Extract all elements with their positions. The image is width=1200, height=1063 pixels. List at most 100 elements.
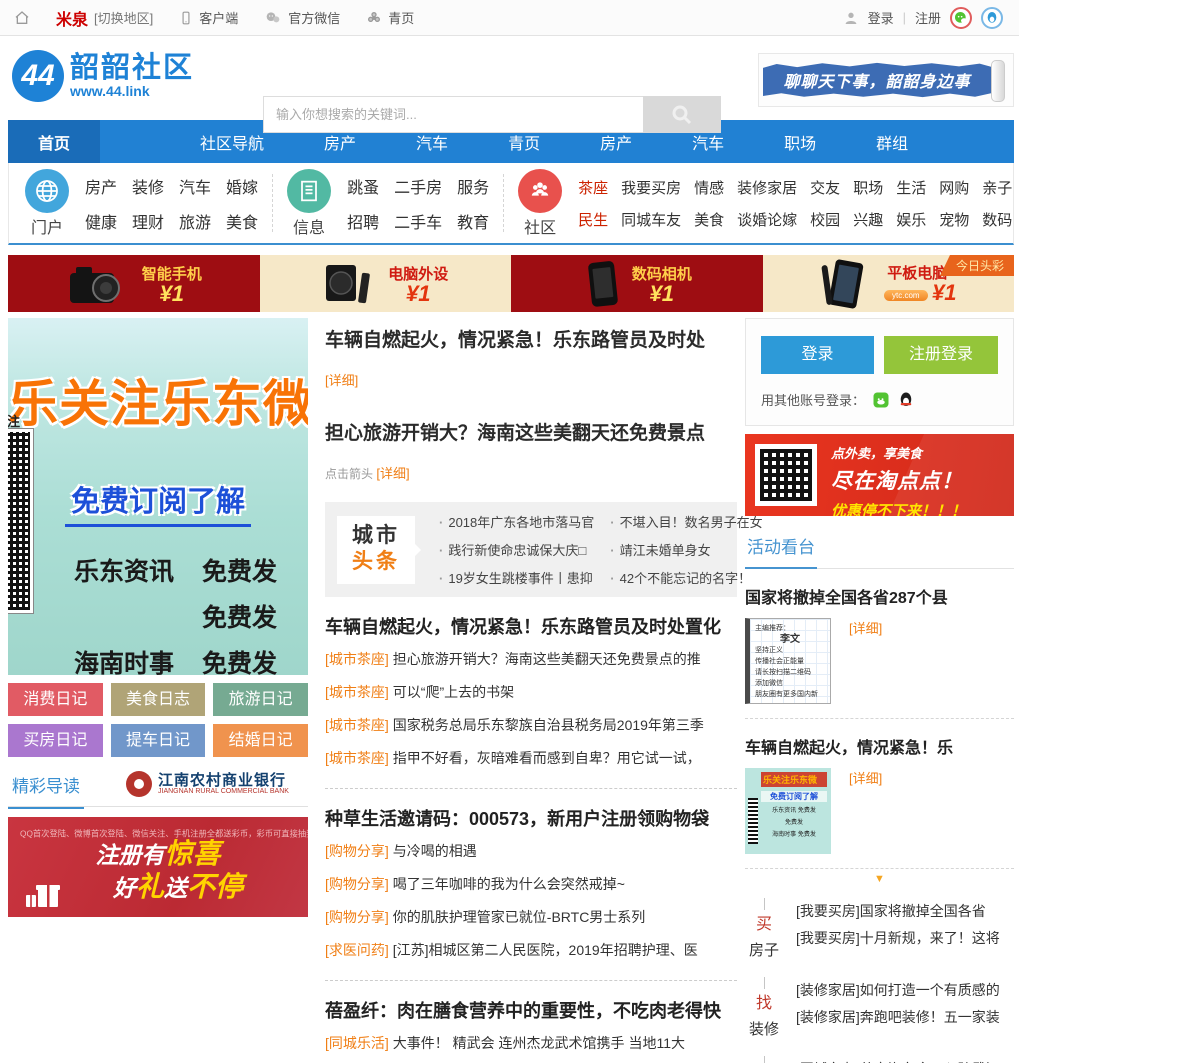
subnav-link[interactable]: 交友 — [810, 177, 840, 198]
tag-consume-diary[interactable]: 消费日记 — [8, 683, 103, 716]
nav-item-career[interactable]: 职场 — [754, 120, 846, 163]
category-link[interactable]: [装修家居]奔跑吧装修！五一家装 — [796, 1004, 1000, 1031]
qq-login-icon[interactable] — [981, 7, 1003, 29]
activity-thumbnail[interactable]: 乐关注乐东微 免费订阅了解 乐东资讯 免费发 免费发 海南时事 免费发 — [745, 768, 831, 854]
headline-text[interactable]: 不堪入目！数名男子在女 — [620, 515, 763, 530]
qq-login-mini-icon[interactable] — [897, 391, 915, 409]
headline-text[interactable]: 19岁女生跳楼事件丨患抑 — [448, 571, 592, 586]
collapse-arrow-icon[interactable]: ▼ — [745, 873, 1014, 885]
category-tag[interactable]: [城市茶座] — [325, 684, 389, 700]
top-story-1[interactable]: 车辆自燃起火，情况紧急！乐东路管员及时处 — [325, 318, 737, 354]
ad-segment-peripherals[interactable]: 电脑外设 ¥1 — [260, 255, 512, 312]
item-text[interactable]: 大事件！ 精武会 连州杰龙武术馆携手 当地11大 — [393, 1035, 685, 1051]
item-text[interactable]: 指甲不好看，灰暗难看而感到自卑？用它试一试， — [393, 750, 701, 766]
item-text[interactable]: 国家税务总局乐东黎族自治县税务局2019年第三季 — [393, 717, 704, 733]
subnav-link[interactable]: 二手车 — [394, 209, 442, 233]
nav-item-groups[interactable]: 群组 — [846, 120, 938, 163]
login-link[interactable]: 登录 — [868, 8, 894, 27]
category-tag[interactable]: [城市茶座] — [325, 651, 389, 667]
subnav-link[interactable]: 娱乐 — [896, 209, 926, 230]
register-promo-ad[interactable]: QQ首次登陆、微博首次登陆、微信关注、手机注册全都送彩币，彩币可直接抽奖 注册有… — [8, 817, 308, 917]
subnav-link[interactable]: 招聘 — [347, 209, 379, 233]
info-label[interactable]: 信息 — [287, 214, 331, 238]
nav-item-home[interactable]: 首页 — [8, 120, 100, 163]
tag-car-diary[interactable]: 提车日记 — [111, 724, 206, 757]
site-logo[interactable]: 44 韶韶社区 www.44.link — [12, 50, 194, 102]
category-tag[interactable]: [求医问药] — [325, 942, 389, 958]
tag-wedding-diary[interactable]: 结婚日记 — [213, 724, 308, 757]
register-login-button[interactable]: 注册登录 — [884, 336, 998, 374]
headline-link[interactable]: ·靖江未婚单身女 — [610, 540, 762, 559]
headline-link[interactable]: ·42个不能忘记的名字！ — [610, 568, 762, 587]
subnav-link[interactable]: 理财 — [132, 209, 164, 233]
home-button[interactable] — [14, 10, 30, 26]
section-title[interactable]: 蓓盈纤：肉在膳食营养中的重要性，不吃肉老得快 — [325, 995, 737, 1027]
subnav-link[interactable]: 我要买房 — [621, 177, 681, 198]
subnav-link[interactable]: 婚嫁 — [226, 174, 258, 198]
subnav-link[interactable]: 宠物 — [939, 209, 969, 230]
headline-link[interactable]: ·2018年广东各地市落马官 — [439, 512, 594, 531]
item-text[interactable]: [江苏]相城区第二人民医院，2019年招聘护理、医 — [393, 942, 698, 958]
category-char[interactable]: 找 — [745, 992, 783, 1016]
category-link[interactable]: [同城车友]共享汽车今日入驻武汉 — [796, 1056, 1000, 1063]
item-text[interactable]: 与冷喝的相遇 — [393, 843, 477, 859]
tag-travel-diary[interactable]: 旅游日记 — [213, 683, 308, 716]
subnav-link[interactable]: 网购 — [939, 177, 969, 198]
category-tag[interactable]: [购物分享] — [325, 876, 389, 892]
subnav-link[interactable]: 跳蚤 — [347, 174, 379, 198]
subnav-link[interactable]: 谈婚论嫁 — [737, 209, 797, 230]
activity-item-title[interactable]: 车辆自燃起火，情况紧急！乐 — [745, 734, 1014, 758]
login-button[interactable]: 登录 — [761, 336, 874, 374]
ad-segment-tablet[interactable]: 今日头彩 平板电脑 ytc.com ¥1 — [763, 255, 1015, 312]
ad-segment-camera[interactable]: 数码相机 ¥1 — [511, 255, 763, 312]
headline-text[interactable]: 2018年广东各地市落马官 — [448, 515, 594, 530]
headline-text[interactable]: 践行新使命忠诚保大庆□ — [448, 543, 586, 558]
subnav-link[interactable]: 二手房 — [394, 174, 442, 198]
category-link[interactable]: [我要买房]国家将撤掉全国各省 — [796, 898, 1000, 925]
category-word[interactable]: 装修 — [745, 1016, 783, 1043]
top-story-2[interactable]: 担心旅游开销大？海南这些美翻天还免费景点 — [325, 421, 737, 447]
subnav-link[interactable]: 房产 — [85, 174, 117, 198]
detail-link[interactable]: [详细] — [849, 618, 882, 704]
category-tag[interactable]: [城市茶座] — [325, 750, 389, 766]
subnav-link[interactable]: 职场 — [853, 177, 883, 198]
item-text[interactable]: 喝了三年咖啡的我为什么会突然戒掉~ — [393, 876, 625, 892]
subnav-link[interactable]: 校园 — [810, 209, 840, 230]
activity-header[interactable]: 活动看台 — [745, 531, 817, 569]
client-link[interactable]: 客户端 — [179, 8, 238, 27]
community-label[interactable]: 社区 — [518, 214, 562, 238]
wechat-login-icon[interactable] — [950, 7, 972, 29]
tag-food-diary[interactable]: 美食日志 — [111, 683, 206, 716]
subnav-link[interactable]: 生活 — [896, 177, 926, 198]
wechat-login-mini-icon[interactable] — [872, 391, 890, 409]
header-banner-ad[interactable]: 聊聊天下事，韶韶身边事 — [758, 53, 1014, 107]
headline-link[interactable]: ·践行新使命忠诚保大庆□ — [439, 540, 594, 559]
subnav-link[interactable]: 服务 — [457, 174, 489, 198]
headline-link[interactable]: ·19岁女生跳楼事件丨患抑 — [439, 568, 594, 587]
detail-link[interactable]: [详细] — [376, 466, 409, 481]
subnav-link[interactable]: 民生 — [578, 209, 608, 230]
subnav-link[interactable]: 茶座 — [578, 177, 608, 198]
section-title[interactable]: 车辆自燃起火，情况紧急！乐东路管员及时处置化 — [325, 611, 737, 643]
headline-text[interactable]: 靖江未婚单身女 — [620, 543, 711, 558]
category-link[interactable]: [我要买房]十月新规，来了！这将 — [796, 925, 1000, 952]
ad-mini-button[interactable]: ytc.com — [884, 290, 928, 301]
category-tag[interactable]: [城市茶座] — [325, 717, 389, 733]
detail-link[interactable]: [详细] — [325, 370, 737, 389]
ad-segment-smartphone[interactable]: 智能手机 ¥1 — [8, 255, 260, 312]
tag-house-diary[interactable]: 买房日记 — [8, 724, 103, 757]
category-tag[interactable]: [同城乐活] — [325, 1035, 389, 1051]
subnav-link[interactable]: 美食 — [226, 209, 258, 233]
subnav-link[interactable]: 教育 — [457, 209, 489, 233]
subnav-link[interactable]: 同城车友 — [621, 209, 681, 230]
detail-link[interactable]: [详细] — [849, 768, 882, 854]
region-switcher[interactable]: 米泉 [切换地区] — [56, 6, 153, 30]
item-text[interactable]: 你的肌肤护理管家已就位-BRTC男士系列 — [393, 909, 646, 925]
switch-region-link[interactable]: [切换地区] — [94, 8, 153, 27]
subnav-link[interactable]: 兴趣 — [853, 209, 883, 230]
subnav-link[interactable]: 健康 — [85, 209, 117, 233]
section-title[interactable]: 种草生活邀请码：000573，新用户注册领购物袋 — [325, 803, 737, 835]
reading-header[interactable]: 精彩导读 — [8, 770, 84, 809]
subnav-link[interactable]: 情感 — [694, 177, 724, 198]
category-link[interactable]: [装修家居]如何打造一个有质感的 — [796, 977, 1000, 1004]
